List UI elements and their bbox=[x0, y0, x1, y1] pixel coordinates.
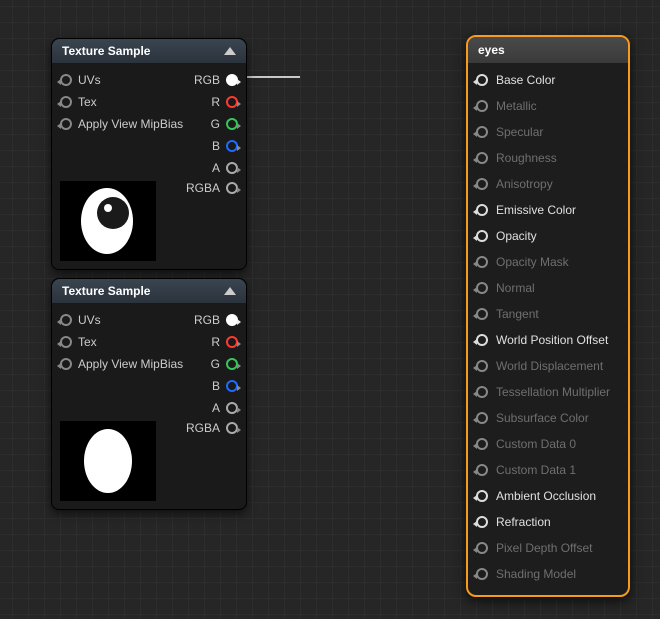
material-pin-shading-model[interactable]: Shading Model bbox=[476, 561, 620, 587]
pin-label: Custom Data 0 bbox=[496, 437, 576, 451]
output-pin-a[interactable]: A bbox=[212, 161, 238, 175]
material-pin-emissive-color[interactable]: Emissive Color bbox=[476, 197, 620, 223]
pin-socket-icon bbox=[476, 256, 488, 268]
pin-label: World Position Offset bbox=[496, 333, 608, 347]
pin-label: Refraction bbox=[496, 515, 551, 529]
pin-socket-icon bbox=[476, 360, 488, 372]
input-pin-uvs[interactable]: UVs bbox=[60, 73, 101, 87]
collapse-toggle-icon[interactable] bbox=[224, 47, 236, 55]
material-pin-opacity[interactable]: Opacity bbox=[476, 223, 620, 249]
output-pin-b[interactable]: B bbox=[212, 139, 238, 153]
pin-label: Normal bbox=[496, 281, 535, 295]
pin-socket-icon bbox=[476, 464, 488, 476]
material-title: eyes bbox=[478, 43, 505, 57]
material-pin-world-displacement[interactable]: World Displacement bbox=[476, 353, 620, 379]
input-pin-mipbias[interactable]: Apply View MipBias bbox=[60, 117, 183, 131]
material-node-header[interactable]: eyes bbox=[468, 37, 628, 63]
input-pin-mipbias[interactable]: Apply View MipBias bbox=[60, 357, 183, 371]
output-pin-g[interactable]: G bbox=[211, 117, 238, 131]
material-pin-refraction[interactable]: Refraction bbox=[476, 509, 620, 535]
pin-socket-icon bbox=[476, 126, 488, 138]
pin-socket-icon bbox=[476, 100, 488, 112]
pin-label: Base Color bbox=[496, 73, 555, 87]
pin-label: Anisotropy bbox=[496, 177, 553, 191]
pin-socket-icon bbox=[476, 386, 488, 398]
pin-socket-icon bbox=[476, 412, 488, 424]
output-pin-r[interactable]: R bbox=[211, 335, 238, 349]
pin-label: Ambient Occlusion bbox=[496, 489, 596, 503]
pin-label: Metallic bbox=[496, 99, 537, 113]
material-pin-roughness[interactable]: Roughness bbox=[476, 145, 620, 171]
material-pin-world-position-offset[interactable]: World Position Offset bbox=[476, 327, 620, 353]
output-pin-g[interactable]: G bbox=[211, 357, 238, 371]
material-pin-anisotropy[interactable]: Anisotropy bbox=[476, 171, 620, 197]
collapse-toggle-icon[interactable] bbox=[224, 287, 236, 295]
input-pin-tex[interactable]: Tex bbox=[60, 95, 97, 109]
pin-label: Emissive Color bbox=[496, 203, 576, 217]
pin-label: Opacity bbox=[496, 229, 537, 243]
material-pin-normal[interactable]: Normal bbox=[476, 275, 620, 301]
material-pin-tessellation-multiplier[interactable]: Tessellation Multiplier bbox=[476, 379, 620, 405]
output-pin-rgb[interactable]: RGB bbox=[194, 313, 238, 327]
pin-socket-icon bbox=[476, 282, 488, 294]
pin-socket-icon bbox=[476, 230, 488, 242]
pin-label: Opacity Mask bbox=[496, 255, 569, 269]
material-pin-ambient-occlusion[interactable]: Ambient Occlusion bbox=[476, 483, 620, 509]
pin-socket-icon bbox=[476, 490, 488, 502]
material-pin-specular[interactable]: Specular bbox=[476, 119, 620, 145]
material-pin-opacity-mask[interactable]: Opacity Mask bbox=[476, 249, 620, 275]
pin-socket-icon bbox=[476, 438, 488, 450]
pin-socket-icon bbox=[476, 152, 488, 164]
texture-sample-node-1[interactable]: Texture Sample UVs RGB Tex R Apply View … bbox=[51, 38, 247, 270]
pin-socket-icon bbox=[476, 178, 488, 190]
node-title: Texture Sample bbox=[62, 284, 150, 298]
material-pin-base-color[interactable]: Base Color bbox=[476, 67, 620, 93]
pin-label: Pixel Depth Offset bbox=[496, 541, 593, 555]
material-pin-metallic[interactable]: Metallic bbox=[476, 93, 620, 119]
pin-label: World Displacement bbox=[496, 359, 603, 373]
output-pin-rgb[interactable]: RGB bbox=[194, 73, 238, 87]
input-pin-uvs[interactable]: UVs bbox=[60, 313, 101, 327]
texture-sample-node-2[interactable]: Texture Sample UVs RGB Tex R Apply View … bbox=[51, 278, 247, 510]
material-pin-custom-data-1[interactable]: Custom Data 1 bbox=[476, 457, 620, 483]
pin-socket-icon bbox=[476, 568, 488, 580]
pin-label: Subsurface Color bbox=[496, 411, 589, 425]
output-pin-r[interactable]: R bbox=[211, 95, 238, 109]
material-result-node[interactable]: eyes Base Color Metallic Specular Roughness… bbox=[466, 35, 630, 597]
material-pin-tangent[interactable]: Tangent bbox=[476, 301, 620, 327]
pin-socket-icon bbox=[476, 204, 488, 216]
texture-preview-thumbnail[interactable] bbox=[60, 181, 156, 261]
pin-label: Tangent bbox=[496, 307, 539, 321]
pin-label: Specular bbox=[496, 125, 543, 139]
output-pin-rgba[interactable]: RGBA bbox=[186, 421, 238, 435]
pin-socket-icon bbox=[476, 308, 488, 320]
texture-preview-thumbnail[interactable] bbox=[60, 421, 156, 501]
pin-socket-icon bbox=[476, 334, 488, 346]
material-pin-custom-data-0[interactable]: Custom Data 0 bbox=[476, 431, 620, 457]
node-title: Texture Sample bbox=[62, 44, 150, 58]
pin-socket-icon bbox=[476, 74, 488, 86]
output-pin-b[interactable]: B bbox=[212, 379, 238, 393]
pin-socket-icon bbox=[476, 516, 488, 528]
node-header[interactable]: Texture Sample bbox=[52, 279, 246, 303]
pin-label: Custom Data 1 bbox=[496, 463, 576, 477]
pin-label: Shading Model bbox=[496, 567, 576, 581]
output-pin-rgba[interactable]: RGBA bbox=[186, 181, 238, 195]
node-header[interactable]: Texture Sample bbox=[52, 39, 246, 63]
output-pin-a[interactable]: A bbox=[212, 401, 238, 415]
material-pin-pixel-depth-offset[interactable]: Pixel Depth Offset bbox=[476, 535, 620, 561]
pin-label: Roughness bbox=[496, 151, 557, 165]
pin-label: Tessellation Multiplier bbox=[496, 385, 610, 399]
pin-socket-icon bbox=[476, 542, 488, 554]
input-pin-tex[interactable]: Tex bbox=[60, 335, 97, 349]
material-pin-subsurface-color[interactable]: Subsurface Color bbox=[476, 405, 620, 431]
